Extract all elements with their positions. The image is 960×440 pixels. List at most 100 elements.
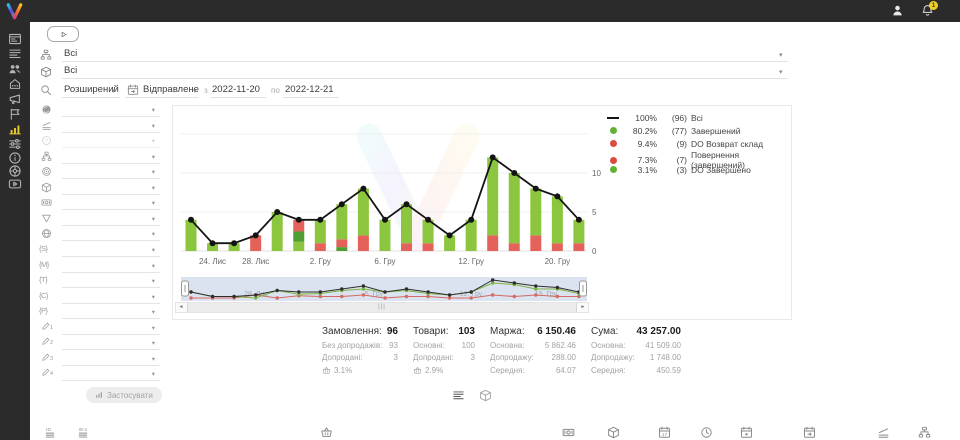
legend-item[interactable]: 7.3% (7) Повернення (завершений) bbox=[605, 150, 787, 163]
stat-subvalue: 93 bbox=[389, 340, 398, 352]
filter-row-level[interactable]: ▾ bbox=[38, 119, 164, 134]
svg-text:17: 17 bbox=[662, 432, 667, 437]
filter-row-pencil-3[interactable]: 3▾ bbox=[38, 352, 164, 367]
brace-c-icon: {C} bbox=[39, 291, 48, 300]
search-mode-select[interactable]: Розширений bbox=[64, 84, 119, 95]
filter-underline bbox=[62, 334, 160, 335]
date-to-input[interactable]: 2022-12-21 bbox=[285, 84, 334, 95]
filter-row-globe-dark[interactable]: ▾ bbox=[38, 103, 164, 118]
chart-scrollbar[interactable]: ◄ ► ||| bbox=[175, 302, 589, 313]
legend-marker-icon bbox=[605, 127, 621, 134]
pipeline-filter-icon bbox=[40, 49, 52, 61]
search-mode-caret-icon[interactable]: ▾ bbox=[112, 87, 116, 95]
user-avatar-icon[interactable] bbox=[891, 4, 904, 17]
sidebar-item-warehouse-icon[interactable] bbox=[8, 77, 22, 91]
filter-row-pencil-4[interactable]: 4▾ bbox=[38, 367, 164, 382]
pencil-3-icon bbox=[41, 353, 50, 362]
filter-row-brace-t[interactable]: {T}▾ bbox=[38, 274, 164, 289]
svg-text:12. Гру: 12. Гру bbox=[458, 257, 484, 266]
toolbar-level-icon[interactable] bbox=[877, 426, 890, 439]
chevron-down-icon: ▾ bbox=[152, 199, 155, 207]
toolbar-products-icon[interactable] bbox=[607, 426, 620, 439]
funnel-icon bbox=[41, 213, 52, 224]
chevron-down-icon: ▾ bbox=[152, 370, 155, 378]
sidebar-item-support-icon[interactable] bbox=[8, 164, 22, 178]
toolbar-basket-icon[interactable] bbox=[320, 426, 333, 439]
sidebar-item-orders-icon[interactable] bbox=[8, 47, 22, 61]
legend-item[interactable]: 3.1% (3) DO Завершено bbox=[605, 163, 787, 176]
chart-range-navigator[interactable]: 28. Лис5. Гру12. Гру19. Гру bbox=[181, 277, 587, 301]
toolbar-payments-icon[interactable] bbox=[562, 426, 575, 439]
filter-row-question[interactable]: ?▾ bbox=[38, 134, 164, 149]
stat-subrow: Допродані:3 bbox=[413, 352, 475, 364]
filter-row-cube[interactable]: ▾ bbox=[38, 181, 164, 196]
filter-row-brace-p[interactable]: {P}▾ bbox=[38, 305, 164, 320]
sidebar-item-analytics-icon-active[interactable] bbox=[8, 122, 22, 136]
filter-row-brace-s[interactable]: {S}▾ bbox=[38, 243, 164, 258]
toolbar-id-link-icon[interactable]: ID-o bbox=[78, 426, 91, 439]
svg-text:ID: ID bbox=[46, 427, 51, 433]
view-toggle-list-icon[interactable] bbox=[452, 389, 465, 402]
summary-stats: Замовлення:96 Без допродажів:93 Допродан… bbox=[322, 326, 681, 377]
date-field-caret-icon[interactable]: ▾ bbox=[193, 87, 197, 95]
product-filter-underline bbox=[62, 78, 788, 79]
date-field-underline bbox=[125, 97, 199, 98]
filter-row-fingerprint[interactable]: ▾ bbox=[38, 165, 164, 180]
legend-count: (7) bbox=[661, 155, 687, 165]
sidebar-item-campaigns-icon[interactable] bbox=[8, 107, 22, 121]
legend-item[interactable]: 9.4% (9) DO Возврат склад bbox=[605, 137, 787, 150]
legend-item[interactable]: 80.2% (77) Завершений bbox=[605, 124, 787, 137]
sidebar-item-clients-icon[interactable] bbox=[8, 62, 22, 76]
sidebar-item-settings-icon[interactable] bbox=[8, 137, 22, 151]
toolbar-time-icon[interactable] bbox=[700, 426, 713, 439]
stat-sublabel: Допродажу: bbox=[591, 352, 635, 364]
toolbar-id-list-icon[interactable]: ID bbox=[45, 426, 58, 439]
stat-subrow: Без допродажів:93 bbox=[322, 340, 398, 352]
filter-row-sitemap[interactable]: ▾ bbox=[38, 150, 164, 165]
sidebar-item-info-icon[interactable] bbox=[8, 151, 22, 165]
filter-underline bbox=[62, 163, 160, 164]
stat-title: Маржа: bbox=[490, 326, 525, 337]
app-logo-icon[interactable] bbox=[5, 2, 24, 21]
stat-subvalue: 100 bbox=[462, 340, 475, 352]
basket-icon bbox=[413, 366, 422, 375]
filter-row-brace-m[interactable]: {M}▾ bbox=[38, 259, 164, 274]
scroll-left-arrow-icon[interactable]: ◄ bbox=[176, 303, 186, 312]
play-tour-button[interactable] bbox=[47, 26, 79, 42]
stat-value: 96 bbox=[387, 326, 398, 337]
apply-button[interactable]: Застосувати bbox=[86, 387, 162, 403]
chevron-down-icon: ▾ bbox=[152, 153, 155, 161]
legend-count: (9) bbox=[661, 139, 687, 149]
filter-row-pencil-2[interactable]: 2▾ bbox=[38, 336, 164, 351]
filter-row-pencil-1[interactable]: 1▾ bbox=[38, 321, 164, 336]
toolbar-calendar-event-icon[interactable] bbox=[740, 426, 753, 439]
legend-marker-icon bbox=[605, 157, 621, 164]
toolbar-calendar-export-icon[interactable] bbox=[803, 426, 816, 439]
product-filter-value[interactable]: Всі bbox=[64, 65, 77, 76]
sidebar-item-marketing-icon[interactable] bbox=[8, 92, 22, 106]
filter-row-globe[interactable]: ▾ bbox=[38, 227, 164, 242]
date-field-select[interactable]: Відправлене bbox=[143, 84, 199, 95]
pipeline-filter-value[interactable]: Всі bbox=[64, 48, 77, 59]
stat-sublabel: Середня: bbox=[490, 365, 525, 377]
toolbar-calendar-date-icon[interactable]: 17 bbox=[658, 426, 671, 439]
toolbar-structure-icon[interactable] bbox=[918, 426, 931, 439]
filter-row-funnel[interactable]: ▾ bbox=[38, 212, 164, 227]
stat-subvalue: 1 748.00 bbox=[650, 352, 681, 364]
filter-underline bbox=[62, 225, 160, 226]
view-toggle-products-icon[interactable] bbox=[479, 389, 492, 402]
scroll-right-arrow-icon[interactable]: ► bbox=[578, 303, 588, 312]
legend-item[interactable]: 100% (96) Всі bbox=[605, 111, 787, 124]
filter-row-brace-c[interactable]: {C}▾ bbox=[38, 290, 164, 305]
chevron-down-icon: ▾ bbox=[152, 262, 155, 270]
sidebar-item-tutorials-icon[interactable] bbox=[8, 177, 22, 191]
date-from-input[interactable]: 2022-11-20 bbox=[212, 84, 260, 95]
filter-underline bbox=[62, 147, 160, 148]
product-caret-icon[interactable]: ▾ bbox=[779, 68, 783, 76]
filter-row-banknote[interactable]: ▾ bbox=[38, 196, 164, 211]
scrollbar-thumb[interactable]: ||| bbox=[187, 303, 577, 312]
sidebar-item-dashboard-icon[interactable] bbox=[8, 32, 22, 46]
stat-subvalue: 2.9% bbox=[425, 365, 443, 377]
pipeline-caret-icon[interactable]: ▾ bbox=[779, 51, 783, 59]
filter-underline bbox=[62, 303, 160, 304]
